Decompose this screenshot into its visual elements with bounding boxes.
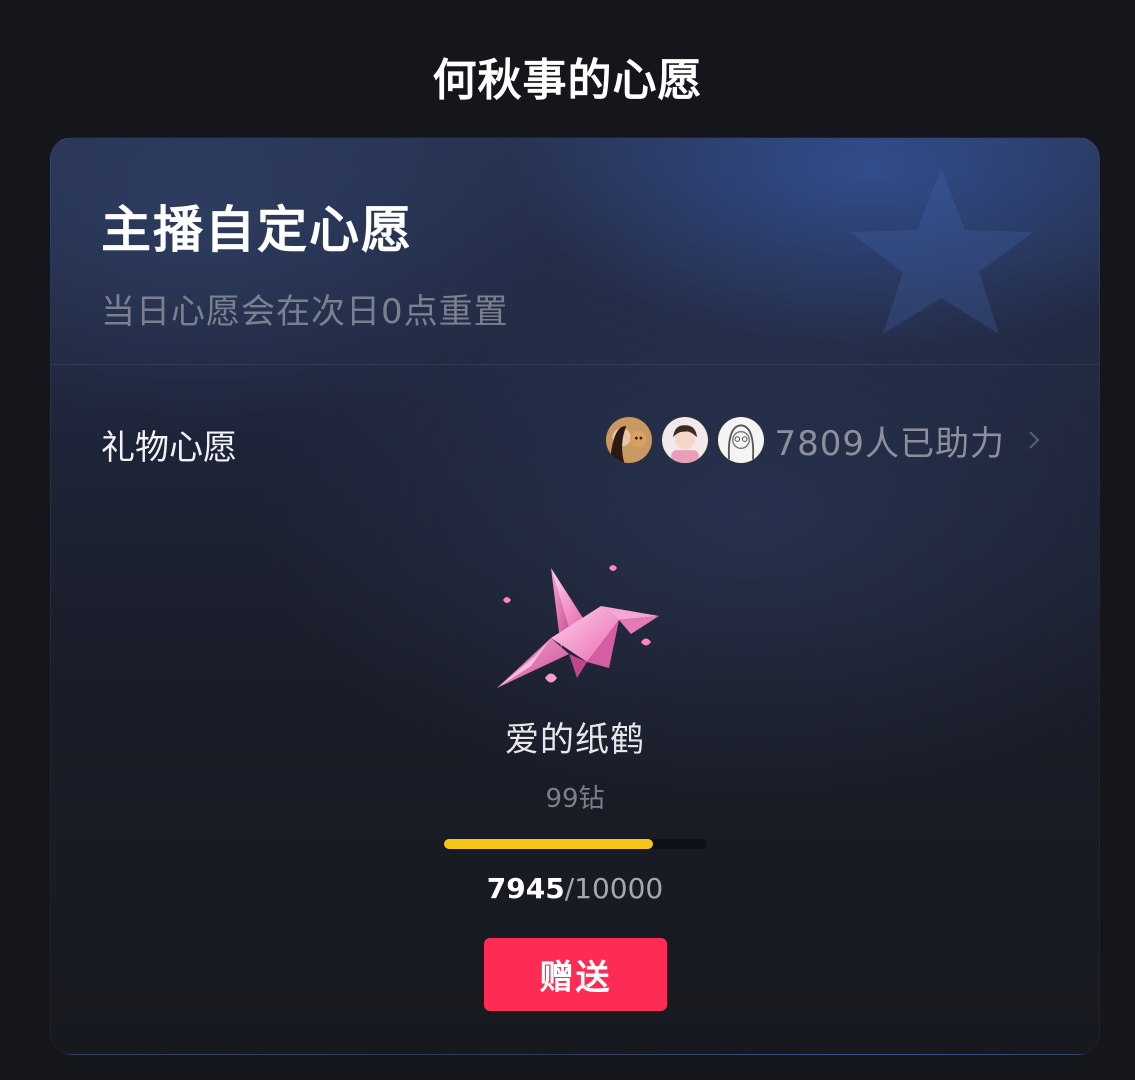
avatar bbox=[604, 415, 655, 465]
progress-fill bbox=[444, 839, 653, 849]
wish-card: 主播自定心愿 当日心愿会在次日0点重置 礼物心愿 7809人已助力 爱的纸鹤 9… bbox=[50, 137, 1100, 1055]
avatar bbox=[716, 415, 767, 465]
gift-price: 99钻 bbox=[545, 784, 605, 814]
card-header: 主播自定心愿 当日心愿会在次日0点重置 bbox=[101, 190, 509, 333]
avatar bbox=[660, 415, 711, 465]
helpers-count-text: 7809人已助力 bbox=[774, 423, 1005, 464]
send-button[interactable]: 赠送 bbox=[484, 938, 667, 1011]
gift-name: 爱的纸鹤 bbox=[505, 720, 645, 760]
chevron-right-icon bbox=[1029, 431, 1040, 449]
page-title: 何秋事的心愿 bbox=[432, 55, 703, 106]
progress-current: 7945 bbox=[486, 872, 565, 905]
progress-bar bbox=[444, 839, 707, 849]
progress-separator: / bbox=[564, 872, 575, 905]
star-decoration-icon bbox=[849, 168, 1033, 334]
card-title: 主播自定心愿 bbox=[101, 201, 413, 259]
progress-total: 10000 bbox=[574, 872, 664, 905]
wish-page: 何秋事的心愿 主播自定心愿 当日心愿会在次日0点重置 礼物心愿 7809人已助力… bbox=[0, 0, 1135, 1080]
paper-crane-icon bbox=[497, 565, 659, 688]
helpers-link[interactable]: 7809人已助力 bbox=[598, 414, 1041, 466]
progress-count: 7945/10000 bbox=[51, 872, 1099, 905]
helper-avatars bbox=[598, 415, 767, 465]
card-subtitle: 当日心愿会在次日0点重置 bbox=[101, 292, 509, 332]
gift-wish-label: 礼物心愿 bbox=[101, 428, 237, 468]
divider bbox=[51, 364, 1099, 365]
